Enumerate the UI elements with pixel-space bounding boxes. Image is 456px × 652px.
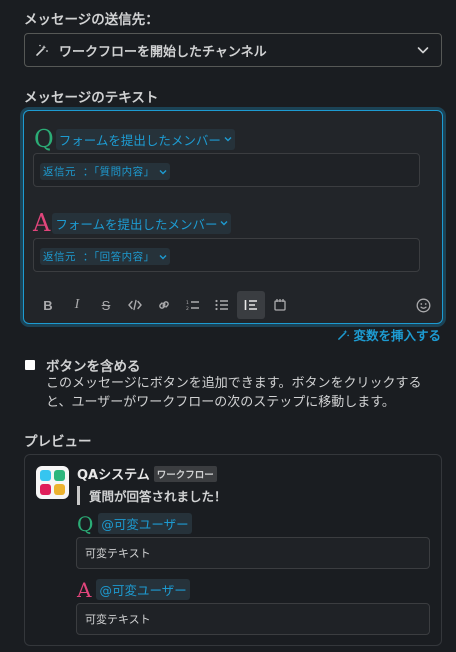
workflow-icon bbox=[337, 328, 350, 341]
preview-a-text: 可変テキスト bbox=[85, 613, 151, 626]
message-editor[interactable]: Q フォームを提出したメンバー 返信元 ：「質問内容」 A フォームを提出したメ… bbox=[23, 110, 443, 324]
link-icon[interactable] bbox=[150, 291, 178, 319]
code-icon[interactable] bbox=[121, 291, 149, 319]
preview-a-box: 可変テキスト bbox=[76, 603, 430, 635]
include-button-description-1: このメッセージにボタンを追加できます。ボタンをクリックする bbox=[46, 376, 422, 391]
bullet-list-icon[interactable] bbox=[208, 291, 236, 319]
blockquote-icon[interactable] bbox=[237, 291, 265, 319]
insert-variable-button[interactable]: 変数を挿入する bbox=[337, 325, 441, 344]
send-to-label: メッセージの送信先： bbox=[24, 12, 159, 28]
svg-text:2: 2 bbox=[186, 306, 189, 311]
app-name: QAシステム bbox=[77, 468, 150, 483]
a-member-token-label: フォームを提出したメンバー bbox=[55, 216, 218, 232]
include-button-checkbox[interactable] bbox=[25, 360, 35, 370]
a-member-token[interactable]: フォームを提出したメンバー bbox=[52, 212, 232, 234]
message-text-label: メッセージのテキスト bbox=[24, 90, 159, 106]
a-field-token-label: 返信元 ：「回答内容」 bbox=[43, 251, 155, 263]
preview-answer-letter: A bbox=[77, 577, 92, 602]
chevron-down-icon bbox=[220, 219, 228, 227]
q-field-box[interactable]: 返信元 ：「質問内容」 bbox=[33, 153, 420, 187]
preview-card: QAシステム ワークフロー 質問が回答されました！ Q @可変ユーザー 可変テキ… bbox=[24, 454, 442, 646]
a-field-box[interactable]: 返信元 ：「回答内容」 bbox=[33, 238, 420, 272]
bold-icon[interactable]: B bbox=[34, 291, 62, 319]
insert-variable-label: 変数を挿入する bbox=[353, 328, 441, 343]
send-to-value: ワークフローを開始したチャンネル bbox=[59, 44, 267, 60]
ordered-list-icon[interactable]: 12 bbox=[179, 291, 207, 319]
question-letter: Q bbox=[34, 125, 54, 153]
chevron-down-icon bbox=[159, 168, 167, 176]
formatting-toolbar: B I S 12 bbox=[24, 287, 442, 323]
preview-q-text: 可変テキスト bbox=[85, 547, 151, 560]
q-field-token[interactable]: 返信元 ：「質問内容」 bbox=[40, 163, 170, 180]
strikethrough-icon[interactable]: S bbox=[92, 291, 120, 319]
preview-quote: 質問が回答されました！ bbox=[77, 486, 227, 505]
include-button-description-2: と、ユーザーがワークフローの次のステップに移動します。 bbox=[46, 395, 395, 410]
answer-letter: A bbox=[33, 209, 51, 237]
chevron-down-icon bbox=[224, 135, 232, 143]
svg-text:1: 1 bbox=[186, 300, 189, 306]
preview-label: プレビュー bbox=[24, 434, 92, 450]
chevron-down-icon bbox=[415, 42, 431, 58]
preview-a-mention: @可変ユーザー bbox=[96, 579, 190, 600]
chevron-down-icon bbox=[159, 253, 167, 261]
italic-icon[interactable]: I bbox=[63, 291, 91, 319]
q-member-token-label: フォームを提出したメンバー bbox=[58, 132, 221, 148]
include-button-label: ボタンを含める bbox=[46, 359, 141, 375]
preview-q-mention: @可変ユーザー bbox=[98, 513, 192, 534]
preview-q-box: 可変テキスト bbox=[76, 537, 430, 569]
emoji-icon[interactable] bbox=[409, 291, 437, 319]
app-avatar-icon bbox=[36, 466, 69, 499]
send-to-select[interactable]: ワークフローを開始したチャンネル bbox=[24, 33, 442, 67]
q-field-token-label: 返信元 ：「質問内容」 bbox=[43, 166, 155, 178]
a-field-token[interactable]: 返信元 ：「回答内容」 bbox=[40, 248, 170, 265]
preview-question-letter: Q bbox=[77, 511, 94, 536]
code-block-icon[interactable] bbox=[266, 291, 294, 319]
workflow-badge: ワークフロー bbox=[153, 465, 217, 482]
q-member-token[interactable]: フォームを提出したメンバー bbox=[55, 128, 235, 150]
workflow-icon bbox=[35, 43, 49, 57]
